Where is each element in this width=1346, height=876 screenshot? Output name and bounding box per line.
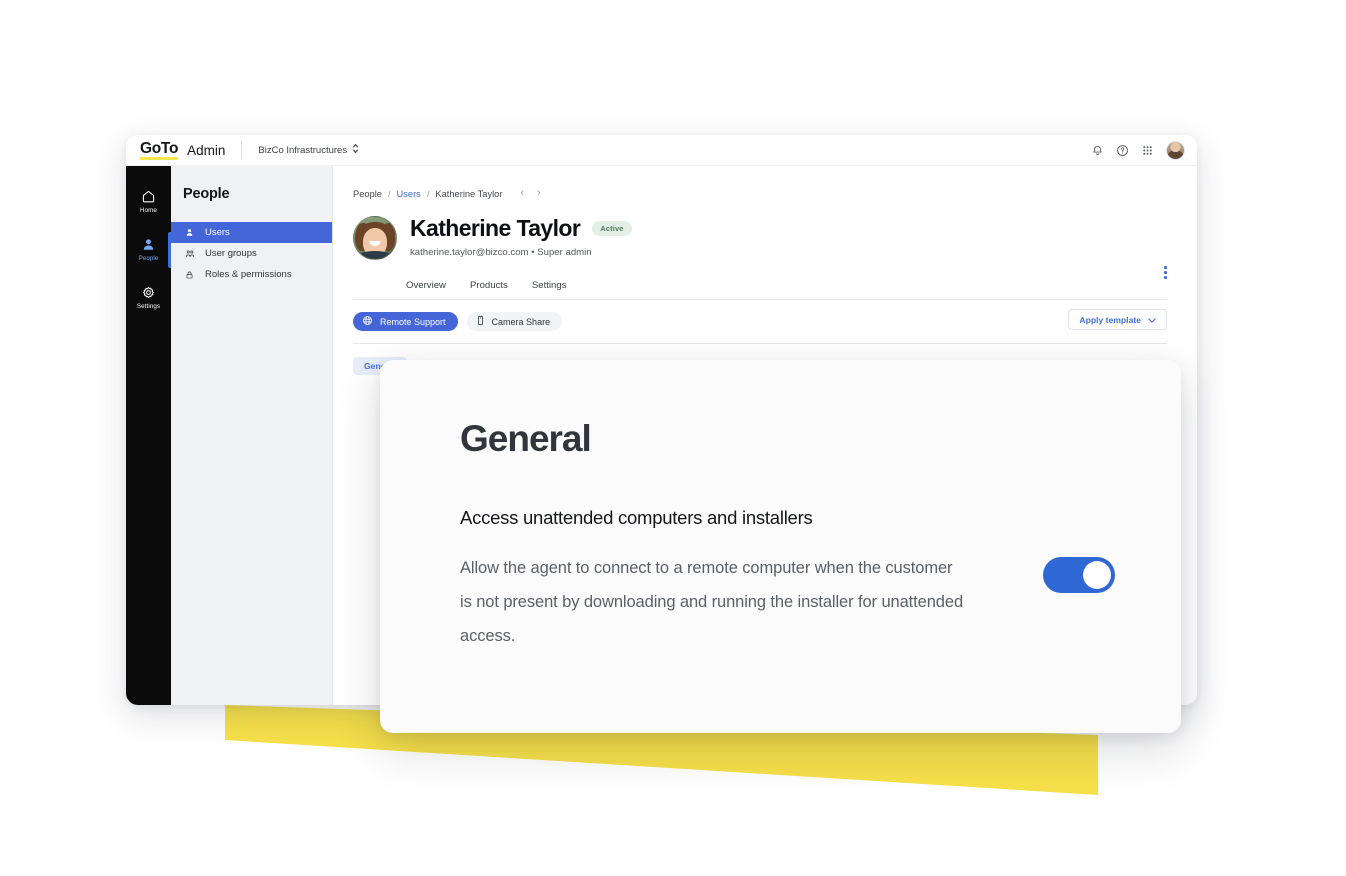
apply-template-button[interactable]: Apply template — [1068, 309, 1167, 330]
screenshot-stage: GoTo Admin BizCo Infrastructures Home Pe… — [0, 0, 1346, 876]
rail-item-people[interactable]: People — [126, 226, 171, 274]
grid-apps-icon[interactable] — [1141, 144, 1154, 157]
goto-logo-text: GoTo — [140, 139, 179, 157]
goto-logo[interactable]: GoTo — [140, 139, 179, 161]
rail-item-home-label: Home — [140, 207, 157, 215]
chevron-left-icon[interactable]: ‹ — [520, 188, 524, 199]
bell-icon[interactable] — [1091, 144, 1104, 157]
product-chip-remote-support-label: Remote Support — [380, 316, 446, 327]
topbar-actions — [1091, 135, 1185, 166]
sidebar-item-users-label: Users — [205, 227, 230, 238]
org-switcher[interactable]: BizCo Infrastructures — [258, 143, 359, 157]
subnav-list: Users User groups Roles & permissions — [171, 222, 332, 285]
tabs-underline — [353, 299, 1167, 300]
secondary-nav: People Users User groups Roles & permiss… — [171, 166, 333, 705]
tab-overview[interactable]: Overview — [406, 280, 446, 299]
subnav-title: People — [183, 186, 230, 202]
user-avatar[interactable] — [1166, 141, 1185, 160]
product-chip-remote-support[interactable]: Remote Support — [353, 312, 458, 331]
chevron-up-down-icon — [352, 143, 359, 157]
breadcrumb: People / Users / Katherine Taylor ‹ › — [353, 188, 1167, 199]
kebab-menu-icon[interactable] — [1164, 266, 1167, 279]
profile-header: Katherine Taylor Active katherine.taylor… — [353, 215, 1167, 260]
unattended-access-toggle[interactable] — [1043, 557, 1115, 593]
rail-item-settings[interactable]: Settings — [126, 274, 171, 322]
lock-icon — [184, 270, 195, 280]
tab-products[interactable]: Products — [470, 280, 508, 299]
breadcrumb-separator-2: / — [426, 188, 430, 199]
rail-item-settings-label: Settings — [136, 303, 161, 311]
sidebar-item-roles-permissions-label: Roles & permissions — [205, 269, 292, 280]
product-chip-row: Remote Support Camera Share Apply templa… — [353, 309, 1167, 331]
overlay-setting-row: Allow the agent to connect to a remote c… — [460, 551, 1115, 653]
chevron-right-icon[interactable]: › — [537, 188, 541, 199]
home-icon — [141, 189, 156, 204]
sidebar-item-user-groups-label: User groups — [205, 248, 257, 259]
sidebar-item-users[interactable]: Users — [171, 222, 332, 243]
profile-meta-separator: • — [531, 247, 535, 259]
tab-settings[interactable]: Settings — [532, 280, 567, 299]
rail-item-home[interactable]: Home — [126, 178, 171, 226]
page-title: Katherine Taylor — [410, 215, 581, 241]
breadcrumb-nav-arrows: ‹ › — [520, 188, 540, 199]
primary-nav-rail: Home People Settings — [126, 166, 171, 705]
sidebar-item-user-groups[interactable]: User groups — [171, 243, 332, 264]
content-divider — [353, 343, 1167, 344]
product-label: Admin — [187, 142, 226, 158]
rail-item-people-label: People — [138, 255, 159, 263]
breadcrumb-users-link[interactable]: Users — [397, 189, 421, 199]
app-topbar: GoTo Admin BizCo Infrastructures — [126, 135, 1197, 166]
person-icon — [141, 237, 156, 252]
person-filled-icon — [184, 228, 195, 237]
avatar — [353, 216, 397, 260]
apply-template-label: Apply template — [1079, 314, 1141, 325]
overlay-title: General — [460, 418, 592, 459]
people-group-icon — [184, 249, 195, 259]
overlay-setting-description: Allow the agent to connect to a remote c… — [460, 559, 964, 645]
general-settings-overlay-card: General Access unattended computers and … — [380, 360, 1181, 733]
gear-icon — [141, 285, 156, 300]
profile-email: katherine.taylor@bizco.com — [410, 247, 529, 259]
product-chip-camera-share[interactable]: Camera Share — [466, 312, 563, 331]
help-circle-icon[interactable] — [1116, 144, 1129, 157]
breadcrumb-separator-1: / — [387, 188, 391, 199]
breadcrumb-root[interactable]: People — [353, 189, 382, 199]
profile-role: Super admin — [537, 247, 592, 259]
profile-meta: katherine.taylor@bizco.com • Super admin — [410, 247, 632, 258]
profile-name-row: Katherine Taylor Active — [410, 215, 632, 241]
overlay-section-heading: Access unattended computers and installe… — [460, 507, 813, 528]
topbar-divider — [241, 140, 243, 160]
mobile-device-icon — [476, 315, 485, 328]
goto-logo-underline — [140, 157, 179, 161]
sidebar-item-roles-permissions[interactable]: Roles & permissions — [171, 264, 332, 285]
product-chip-camera-share-label: Camera Share — [491, 316, 551, 327]
breadcrumb-current: Katherine Taylor — [435, 188, 503, 199]
remote-support-icon — [362, 315, 373, 328]
status-badge: Active — [592, 221, 632, 237]
toggle-knob — [1083, 561, 1111, 589]
profile-tabs: Overview Products Settings — [406, 280, 1167, 299]
org-switcher-label: BizCo Infrastructures — [258, 144, 348, 156]
chevron-down-icon — [1148, 315, 1156, 325]
profile-text-block: Katherine Taylor Active katherine.taylor… — [410, 215, 632, 258]
